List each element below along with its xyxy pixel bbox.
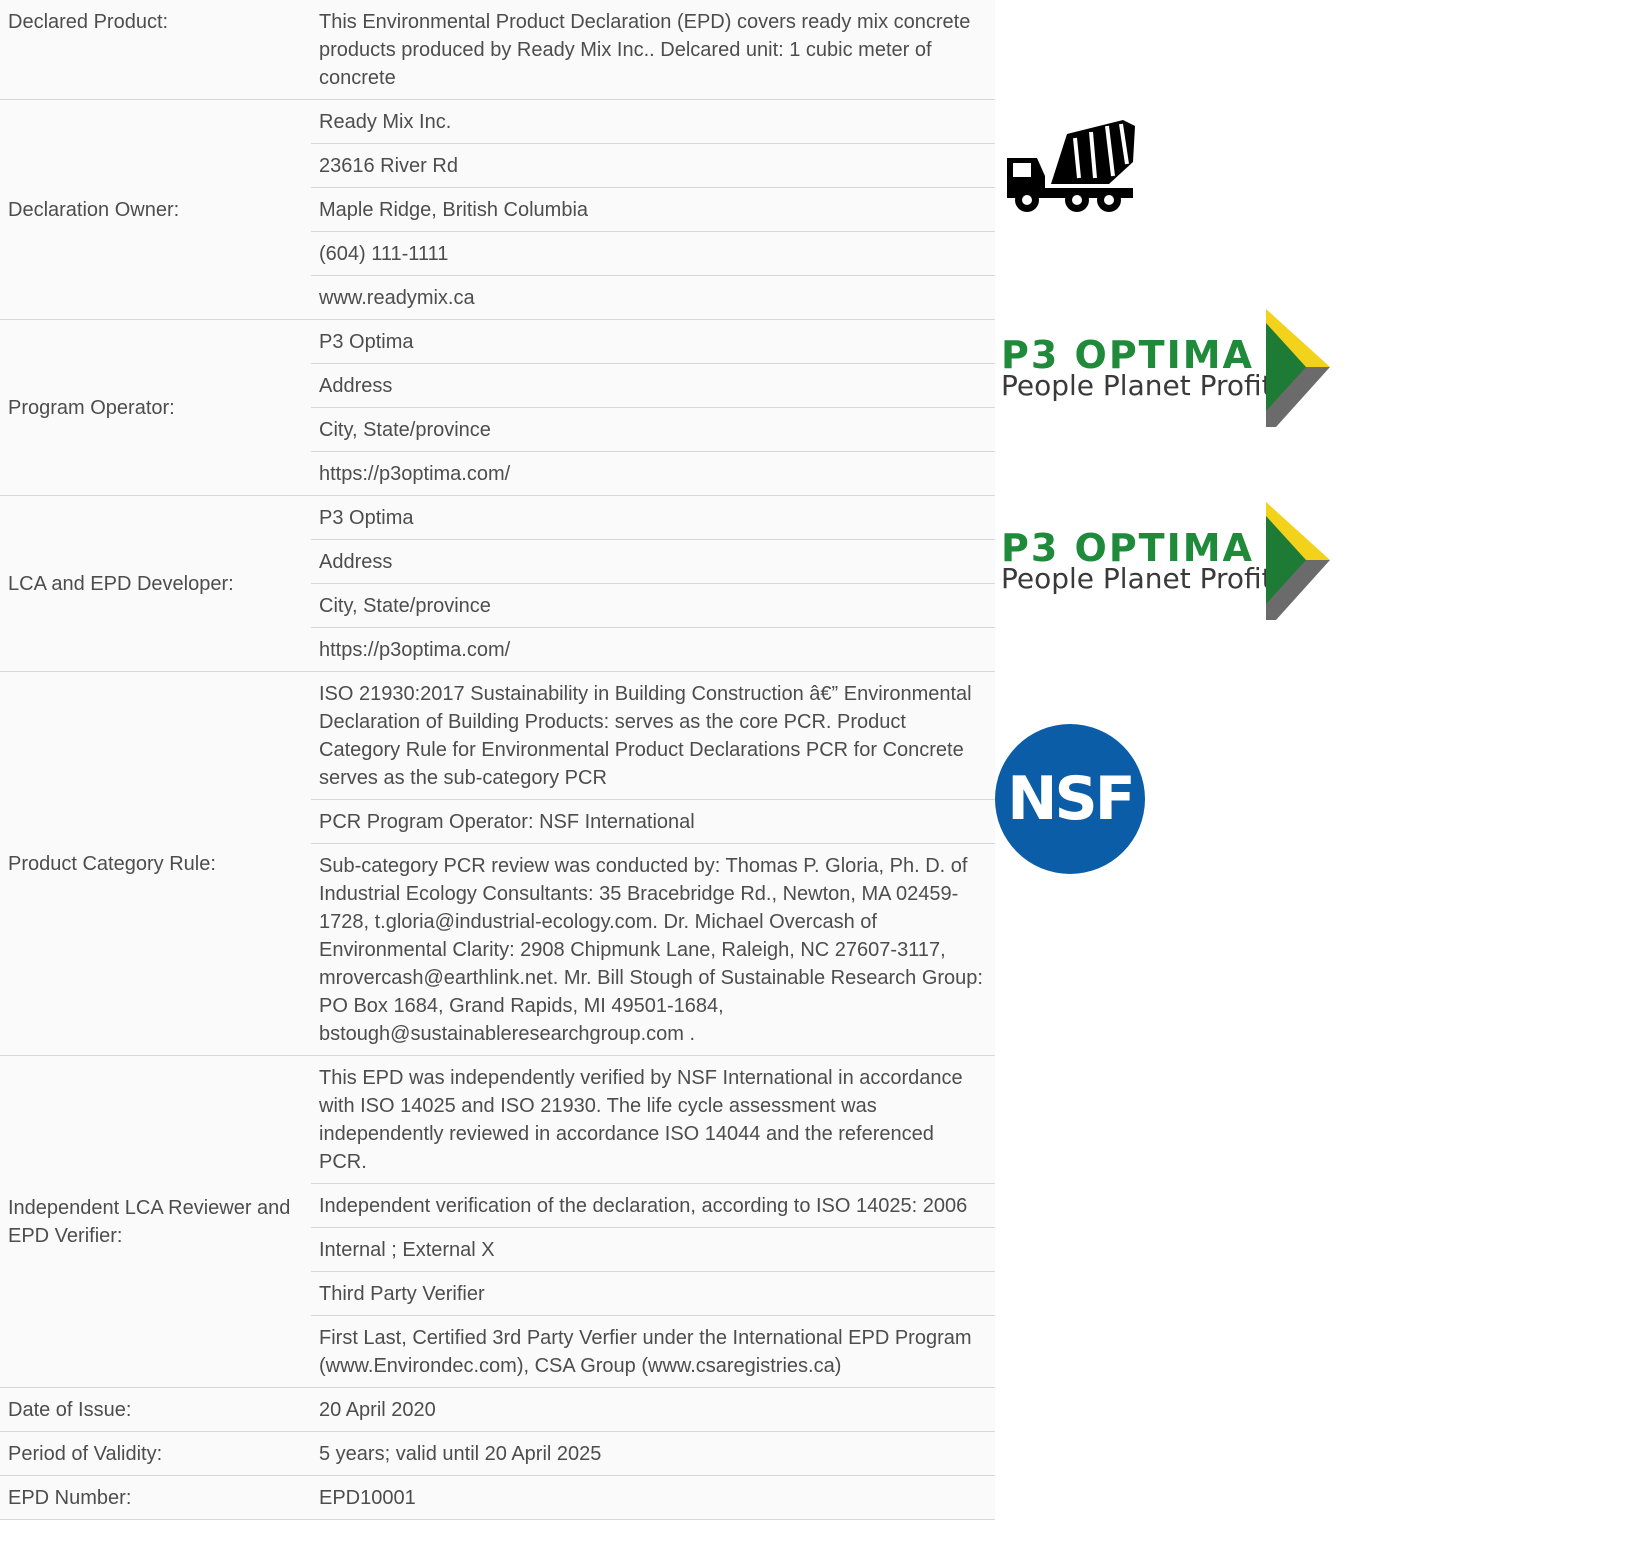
- row-independent-verifier: Independent LCA Reviewer and EPD Verifie…: [0, 1056, 995, 1388]
- row-period-of-validity: Period of Validity: 5 years; valid until…: [0, 1432, 995, 1476]
- value-cell: 5 years; valid until 20 April 2025: [311, 1432, 995, 1475]
- value-cell: EPD10001: [311, 1476, 995, 1519]
- value-cell: (604) 111-1111: [311, 232, 995, 276]
- value-cell: This Environmental Product Declaration (…: [311, 0, 995, 99]
- row-values: 20 April 2020: [311, 1388, 995, 1431]
- value-cell-link: https://p3optima.com/: [311, 628, 995, 671]
- p3-play-arrow-icon: [1266, 309, 1330, 427]
- row-program-operator: Program Operator: P3 Optima Address City…: [0, 320, 995, 496]
- value-cell: Maple Ridge, British Columbia: [311, 188, 995, 232]
- row-values: EPD10001: [311, 1476, 995, 1519]
- p3-optima-logo: P3 OPTIMA People Planet Profits: [995, 303, 1355, 433]
- row-label: Date of Issue:: [8, 1398, 132, 1421]
- row-epd-number: EPD Number: EPD10001: [0, 1476, 995, 1520]
- row-values: P3 Optima Address City, State/province h…: [311, 320, 995, 495]
- row-label: EPD Number:: [8, 1486, 132, 1509]
- p3-play-arrow-icon: [1266, 502, 1330, 620]
- value-cell: Independent verification of the declarat…: [311, 1184, 995, 1228]
- value-cell: Address: [311, 364, 995, 408]
- value-cell: City, State/province: [311, 584, 995, 628]
- value-cell: Ready Mix Inc.: [311, 100, 995, 144]
- row-label: Period of Validity:: [8, 1442, 163, 1465]
- p3-optima-logo: P3 OPTIMA People Planet Profits: [995, 496, 1355, 626]
- row-label: Independent LCA Reviewer and EPD Verifie…: [8, 1196, 291, 1247]
- row-values: 5 years; valid until 20 April 2025: [311, 1432, 995, 1475]
- p3-optima-tagline: People Planet Profits: [1001, 369, 1288, 402]
- value-cell: P3 Optima: [311, 320, 995, 364]
- value-cell: Internal ; External X: [311, 1228, 995, 1272]
- value-cell: 23616 River Rd: [311, 144, 995, 188]
- value-cell: PCR Program Operator: NSF International: [311, 800, 995, 844]
- row-values: P3 Optima Address City, State/province h…: [311, 496, 995, 671]
- row-values: This EPD was independently verified by N…: [311, 1056, 995, 1387]
- value-cell: Third Party Verifier: [311, 1272, 995, 1316]
- concrete-mixer-truck-icon: [1007, 120, 1135, 212]
- logo-column: P3 OPTIMA People Planet Profits P3 OPTIM…: [995, 0, 1628, 1557]
- value-cell: ISO 21930:2017 Sustainability in Buildin…: [311, 672, 995, 800]
- row-declaration-owner: Declaration Owner: Ready Mix Inc. 23616 …: [0, 100, 995, 320]
- row-label: Product Category Rule:: [8, 852, 216, 875]
- row-values: Ready Mix Inc. 23616 River Rd Maple Ridg…: [311, 100, 995, 319]
- row-label: Program Operator:: [8, 396, 175, 419]
- value-cell-link: https://p3optima.com/: [311, 452, 995, 495]
- value-cell: Sub-category PCR review was conducted by…: [311, 844, 995, 1055]
- nsf-logo: NSF: [995, 724, 1145, 874]
- value-cell-link: www.readymix.ca: [311, 276, 995, 319]
- p3-optima-tagline: People Planet Profits: [1001, 562, 1288, 595]
- row-label: Declaration Owner:: [8, 198, 180, 221]
- row-declared-product: Declared Product: This Environmental Pro…: [0, 0, 995, 100]
- row-product-category-rule: Product Category Rule: ISO 21930:2017 Su…: [0, 672, 995, 1056]
- row-label: LCA and EPD Developer:: [8, 572, 234, 595]
- epd-info-table: Declared Product: This Environmental Pro…: [0, 0, 995, 1520]
- row-date-of-issue: Date of Issue: 20 April 2020: [0, 1388, 995, 1432]
- row-label: Declared Product:: [8, 11, 169, 33]
- row-lca-epd-developer: LCA and EPD Developer: P3 Optima Address…: [0, 496, 995, 672]
- value-cell: 20 April 2020: [311, 1388, 995, 1431]
- value-cell: P3 Optima: [311, 496, 995, 540]
- value-cell: City, State/province: [311, 408, 995, 452]
- row-values: ISO 21930:2017 Sustainability in Buildin…: [311, 672, 995, 1055]
- value-cell: This EPD was independently verified by N…: [311, 1056, 995, 1184]
- row-values: This Environmental Product Declaration (…: [311, 0, 995, 99]
- value-cell: First Last, Certified 3rd Party Verfier …: [311, 1316, 995, 1387]
- nsf-wordmark: NSF: [1007, 764, 1135, 834]
- value-cell: Address: [311, 540, 995, 584]
